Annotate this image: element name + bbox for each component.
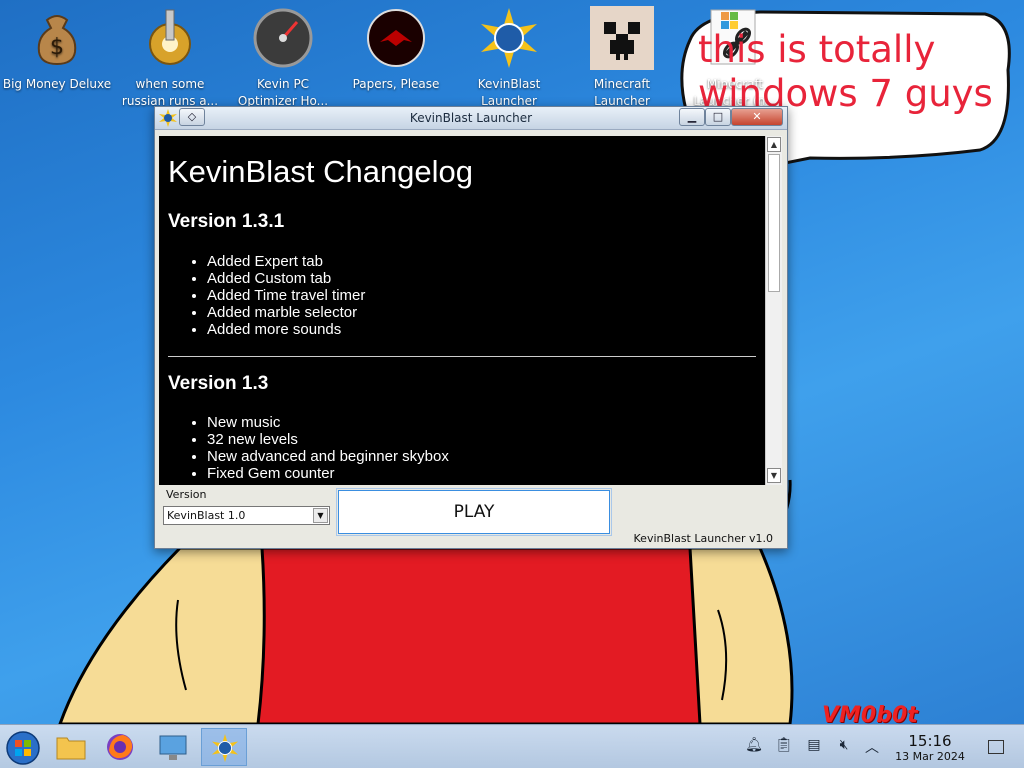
changelog-view[interactable]: KevinBlast Changelog Version 1.3.1 Added…	[159, 136, 765, 485]
notifications-bell-icon[interactable]: 🔔︎	[744, 737, 764, 757]
folder-icon	[56, 737, 86, 760]
taskbar: 🔔︎ 📋︎ ▤ 🔇︎ ︿ 15:16 13 Mar 2024	[0, 724, 1024, 768]
close-button[interactable]: ✕	[731, 108, 783, 126]
show-desktop-icon[interactable]	[988, 740, 1004, 754]
speech-bubble-text: this is totally windows 7 guys	[698, 28, 993, 115]
section-divider	[168, 356, 756, 357]
scroll-down-arrow-icon[interactable]: ▼	[767, 468, 781, 483]
changelog-list: New music 32 new levels New advanced and…	[207, 414, 449, 482]
money-bag-icon: $	[37, 15, 77, 66]
list-item: New advanced and beginner skybox	[207, 448, 449, 465]
version-label: Version	[166, 488, 207, 501]
clock-date[interactable]: 13 Mar 2024	[890, 750, 970, 763]
start-button[interactable]	[0, 728, 46, 766]
clock-time[interactable]: 15:16	[890, 732, 970, 750]
kevinblast-icon	[481, 8, 537, 68]
list-item: Added marble selector	[207, 304, 365, 321]
taskbar-file-manager[interactable]	[48, 728, 94, 766]
desktop-icon-label: Big Money Deluxe	[2, 77, 112, 91]
desktop-icon-papers-please[interactable]: Papers, Please	[340, 6, 452, 110]
desktop-icon-russian[interactable]: when some russian runs a...	[114, 6, 226, 110]
speedometer-icon	[253, 8, 313, 68]
launcher-version-text: KevinBlast Launcher v1.0	[633, 532, 773, 545]
gear-icon	[149, 9, 191, 65]
maximize-button[interactable]: □	[705, 108, 731, 126]
settings-monitor-icon	[159, 735, 187, 760]
firefox-icon	[107, 734, 133, 760]
taskbar-kevinblast-launcher[interactable]	[201, 728, 247, 766]
desktop-icon-minecraft-launcher[interactable]: Minecraft Launcher	[566, 6, 678, 110]
papers-please-icon	[367, 9, 425, 67]
kevinblast-icon	[211, 733, 239, 763]
list-item: Fixed Gem counter	[207, 465, 449, 482]
window-titlebar[interactable]: ◇ KevinBlast Launcher ▁ □ ✕	[155, 107, 787, 130]
list-item: Added Custom tab	[207, 270, 365, 287]
chevron-down-icon[interactable]: ▼	[313, 508, 328, 523]
list-item: New music	[207, 414, 449, 431]
list-item: 32 new levels	[207, 431, 449, 448]
list-item: Added more sounds	[207, 321, 365, 338]
version-heading: Version 1.3	[168, 373, 269, 394]
windows-start-orb-icon	[6, 731, 40, 765]
chevron-up-icon[interactable]: ︿	[862, 737, 882, 757]
desktop-icon-label: Minecraft Launcher	[593, 77, 651, 108]
desktop-icon-big-money-deluxe[interactable]: $ Big Money Deluxe	[1, 6, 113, 110]
minimize-button[interactable]: ▁	[679, 108, 705, 126]
taskbar-system-settings[interactable]	[150, 728, 196, 766]
storage-device-icon[interactable]: ▤	[804, 737, 824, 757]
play-button[interactable]: PLAY	[336, 488, 612, 536]
desktop-icon-kevin-pc-optimizer[interactable]: Kevin PC Optimizer Ho...	[227, 6, 339, 110]
desktop-icon-label: Kevin PC Optimizer Ho...	[237, 77, 329, 108]
volume-muted-icon[interactable]: 🔇︎	[834, 737, 854, 757]
desktop-icon-label: KevinBlast Launcher	[477, 77, 541, 108]
scroll-up-arrow-icon[interactable]: ▲	[767, 137, 781, 152]
list-item: Added Time travel timer	[207, 287, 365, 304]
creeper-icon	[590, 6, 654, 70]
list-item: Added Expert tab	[207, 253, 365, 270]
clipboard-icon[interactable]: 📋︎	[774, 737, 794, 757]
scroll-thumb[interactable]	[768, 154, 780, 292]
version-heading: Version 1.3.1	[168, 211, 285, 232]
taskbar-firefox[interactable]	[98, 728, 144, 766]
version-dropdown-value: KevinBlast 1.0	[167, 509, 246, 522]
version-dropdown[interactable]: KevinBlast 1.0 ▼	[163, 506, 330, 525]
changelog-heading: KevinBlast Changelog	[168, 154, 474, 189]
changelog-list: Added Expert tab Added Custom tab Added …	[207, 253, 365, 338]
desktop-icon-label: Papers, Please	[352, 77, 440, 91]
changelog-scrollbar[interactable]: ▲ ▼	[765, 136, 782, 485]
desktop-icon-label: when some russian runs a...	[121, 77, 219, 108]
desktop-icon-kevinblast-launcher[interactable]: KevinBlast Launcher	[453, 6, 565, 110]
svg-text:$: $	[50, 35, 64, 60]
character-shirt	[256, 546, 702, 726]
launcher-window[interactable]: ◇ KevinBlast Launcher ▁ □ ✕ KevinBlast C…	[154, 106, 788, 549]
